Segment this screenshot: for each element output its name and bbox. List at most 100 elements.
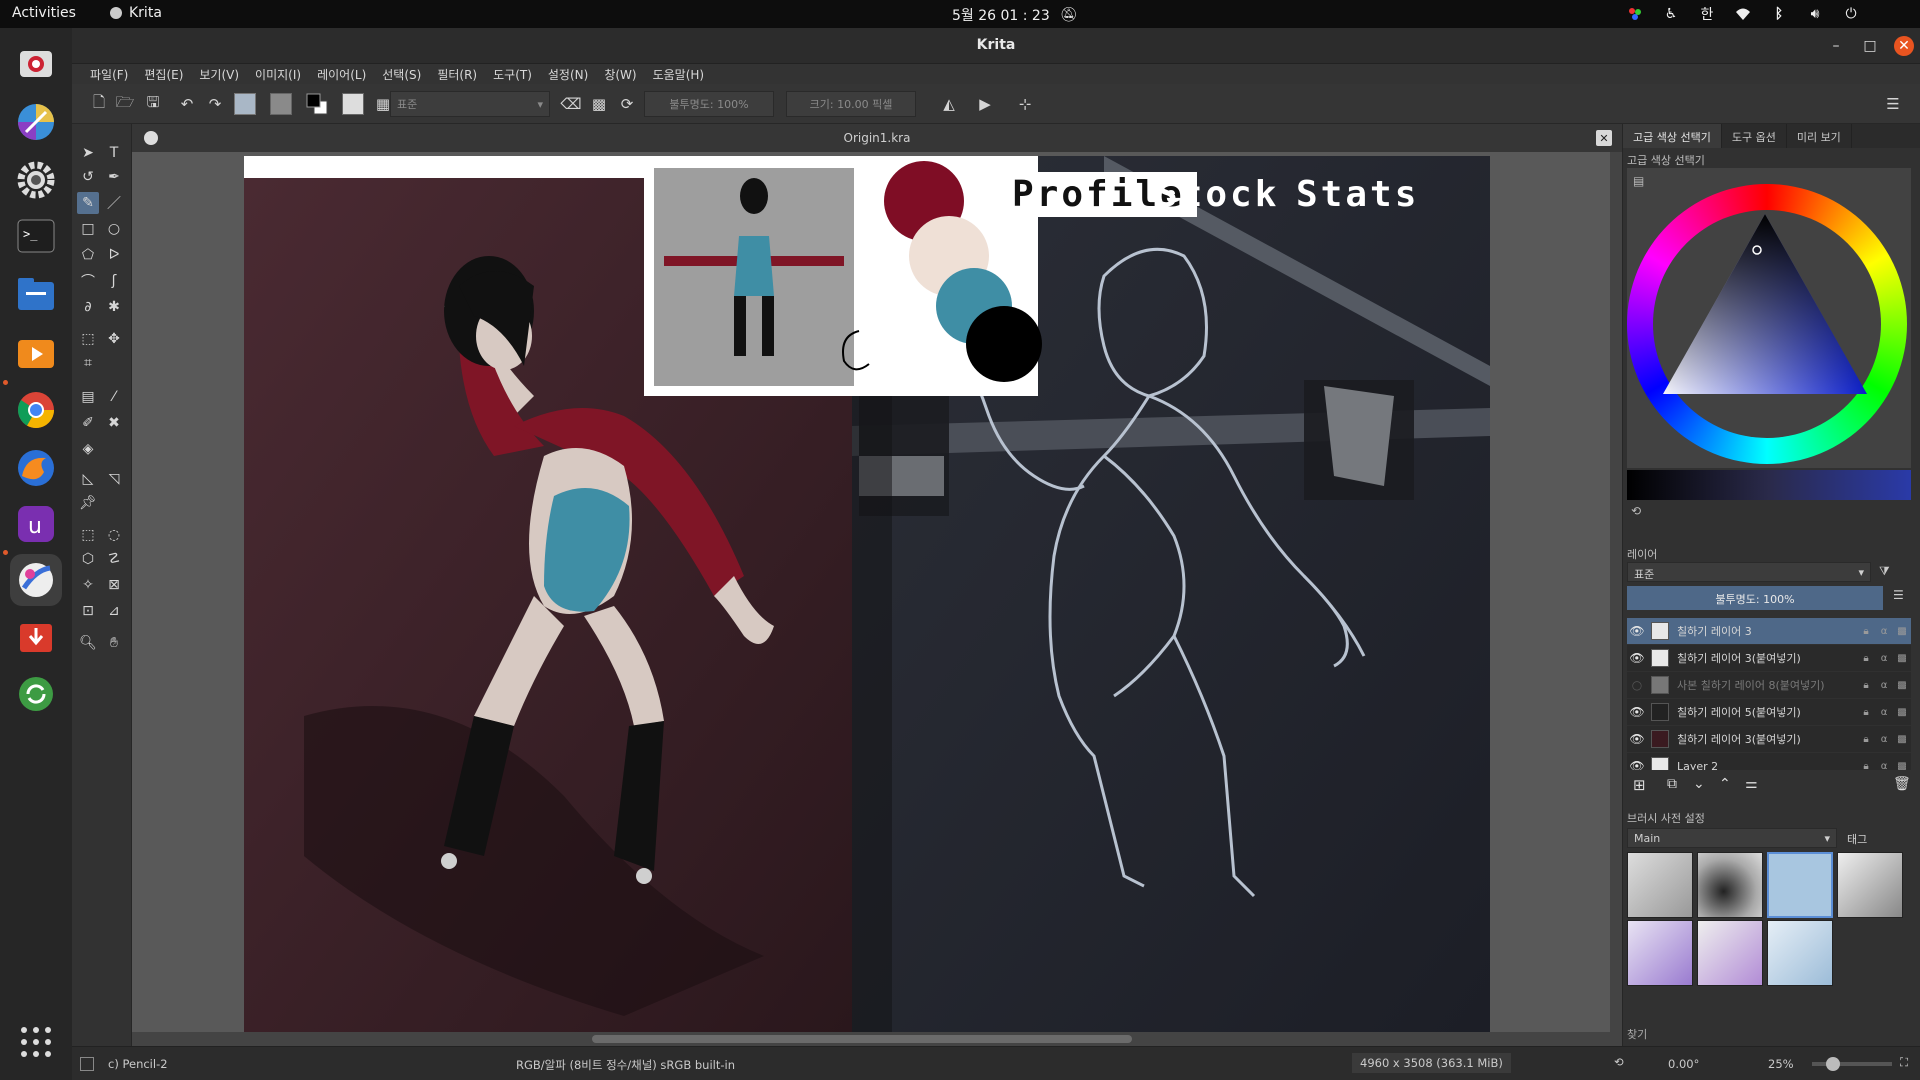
menu-view[interactable]: 보기(V) [191, 64, 247, 84]
brush-preset-button[interactable] [340, 92, 366, 116]
lock-icon[interactable]: 🔒︎ [1857, 680, 1875, 691]
lock-icon[interactable]: 🔒︎ [1857, 653, 1875, 664]
reload-preset-icon[interactable]: ⟳ [614, 92, 640, 116]
fill-tool-icon[interactable]: ◈ [77, 438, 99, 460]
calligraphy-tool-icon[interactable]: ✒ [103, 166, 125, 188]
activities-button[interactable]: Activities [12, 5, 76, 21]
color-sampler-tool-icon[interactable]: ⁄ [103, 386, 125, 408]
assistant-tool-icon[interactable]: ◺ [77, 468, 99, 490]
unity-hub-icon[interactable]: u [10, 498, 62, 550]
add-layer-icon[interactable]: ⊞ [1633, 776, 1646, 794]
zoom-slider-handle[interactable] [1826, 1057, 1840, 1071]
screenshot-app-icon[interactable] [10, 38, 62, 90]
menu-window[interactable]: 창(W) [596, 64, 644, 84]
krita-alt-icon[interactable] [10, 96, 62, 148]
lock-icon[interactable]: 🔒︎ [1857, 734, 1875, 745]
redo-icon[interactable]: ↷ [202, 92, 228, 116]
layer-row[interactable]: 👁︎ 칠하기 레이어 3(붙여넣기) 🔒︎ α ▩ [1627, 645, 1911, 672]
preset-search[interactable]: 찾기 [1627, 1026, 1647, 1042]
terminal-icon[interactable]: >_ [10, 210, 62, 262]
layer-row[interactable]: 👁︎ 칠하기 레이어 3(붙여넣기) 🔒︎ α ▩ [1627, 726, 1911, 753]
inherit-alpha-icon[interactable]: ▩ [1893, 761, 1911, 771]
rotate-icon[interactable]: ⟲ [1614, 1055, 1624, 1069]
visibility-eye-icon[interactable]: 👁︎ [1627, 759, 1647, 770]
edit-shapes-tool-icon[interactable]: ↺ [77, 166, 99, 188]
lock-icon[interactable]: 🔒︎ [1857, 761, 1875, 771]
zoom-tool-icon[interactable]: 🔍︎ [77, 632, 99, 654]
menu-help[interactable]: 도움말(H) [645, 64, 713, 84]
rectangular-selection-tool-icon[interactable]: ⬚ [77, 524, 99, 546]
text-tool-icon[interactable]: T [103, 142, 125, 164]
preset-group-select[interactable]: Main ▾ [1627, 828, 1837, 848]
tab-advanced-color-selector[interactable]: 고급 색상 선택기 [1623, 124, 1722, 148]
fill-gradient-button[interactable] [232, 92, 258, 116]
document-tab[interactable]: Origin1.kra ✕ [132, 124, 1622, 152]
save-document-icon[interactable]: 🖫 [140, 92, 166, 116]
alpha-lock-icon[interactable]: α [1875, 707, 1893, 718]
fullscreen-icon[interactable]: ⛶ [1900, 1055, 1908, 1070]
refresh-icon[interactable]: ⟲ [1631, 504, 1641, 518]
visibility-eye-icon[interactable]: 👁︎ [1627, 651, 1647, 665]
color-picker-tray-icon[interactable] [1626, 3, 1644, 25]
filter-icon[interactable]: ⧩ [1879, 564, 1890, 579]
bezier-tool-icon[interactable]: ⌒ [77, 270, 99, 292]
mirror-vertical-icon[interactable]: ▶ [972, 92, 998, 116]
measure-tool-icon[interactable]: ◹ [103, 468, 125, 490]
clock[interactable]: 5월 26 01 : 23 🔕︎ [952, 5, 1078, 25]
color-selector[interactable]: ▤ [1627, 168, 1911, 468]
polyline-tool-icon[interactable]: ᐅ [103, 244, 125, 266]
settings-icon[interactable] [10, 154, 62, 206]
layer-properties-icon[interactable]: ⚌ [1745, 776, 1758, 792]
multibrush-tool-icon[interactable]: ✱ [103, 296, 125, 318]
preset-watercolor-1[interactable] [1627, 920, 1693, 986]
lock-icon[interactable]: 🔒︎ [1857, 626, 1875, 637]
dynamic-brush-tool-icon[interactable]: ∂ [77, 296, 99, 318]
window-titlebar[interactable]: Krita – □ ✕ [72, 28, 1920, 64]
bluetooth-icon[interactable]: ᛒ [1770, 3, 1788, 25]
wrap-around-icon[interactable]: ⊹ [1012, 92, 1038, 116]
close-document-icon[interactable]: ✕ [1596, 130, 1612, 146]
transform-tool-icon[interactable]: ⬚ [77, 328, 99, 350]
inherit-alpha-icon[interactable]: ▩ [1893, 653, 1911, 664]
menu-image[interactable]: 이미지(I) [247, 64, 309, 84]
minimize-button[interactable]: – [1826, 36, 1846, 56]
krita-icon[interactable] [10, 554, 62, 606]
open-document-icon[interactable]: 🗁 [112, 92, 138, 116]
eraser-mode-icon[interactable]: ⌫ [558, 92, 584, 116]
elliptical-selection-tool-icon[interactable]: ◌ [103, 524, 125, 546]
update-icon[interactable] [10, 668, 62, 720]
rectangle-tool-icon[interactable]: □ [77, 218, 99, 240]
show-apps-icon[interactable] [10, 1016, 62, 1068]
mirror-horizontal-icon[interactable]: ◭ [936, 92, 962, 116]
layer-row[interactable]: ○ 사본 칠하기 레이어 8(붙여넣기) 🔒︎ α ▩ [1627, 672, 1911, 699]
tab-overview[interactable]: 미리 보기 [1787, 124, 1852, 148]
visibility-off-icon[interactable]: ○ [1627, 678, 1647, 692]
similar-color-selection-tool-icon[interactable]: ⊠ [103, 574, 125, 596]
visibility-eye-icon[interactable]: 👁︎ [1627, 732, 1647, 746]
alpha-lock-icon[interactable]: α [1875, 653, 1893, 664]
menu-layer[interactable]: 레이어(L) [309, 64, 374, 84]
opacity-slider[interactable]: 불투명도: 100% [644, 91, 774, 117]
blend-mode-select[interactable]: 표준 ▾ [390, 91, 550, 117]
preset-ink-brush[interactable] [1837, 852, 1903, 918]
vertical-scrollbar[interactable] [1610, 152, 1622, 1032]
menu-settings[interactable]: 설정(N) [540, 64, 596, 84]
preset-eraser[interactable] [1627, 852, 1693, 918]
layer-row[interactable]: 👁︎ 칠하기 레이어 3 🔒︎ α ▩ [1627, 618, 1911, 645]
colorize-mask-tool-icon[interactable]: ✐ [77, 412, 99, 434]
volume-icon[interactable]: 🔊︎ [1806, 3, 1824, 25]
inherit-alpha-icon[interactable]: ▩ [1893, 626, 1911, 637]
firefox-icon[interactable] [10, 442, 62, 494]
new-document-icon[interactable]: 🗋 [86, 92, 112, 116]
foreground-background-color-icon[interactable] [304, 92, 330, 116]
menu-filter[interactable]: 필터(R) [429, 64, 485, 84]
toolbar-menu-icon[interactable]: ☰ [1880, 92, 1906, 116]
document-canvas[interactable]: Profile Stock Stats [244, 156, 1490, 1036]
polygon-tool-icon[interactable]: ⬠ [77, 244, 99, 266]
saturation-value-triangle[interactable] [1627, 184, 1907, 464]
alpha-lock-icon[interactable]: α [1875, 626, 1893, 637]
menu-file[interactable]: 파일(F) [82, 64, 136, 84]
video-downloader-icon[interactable] [10, 612, 62, 664]
inherit-alpha-icon[interactable]: ▩ [1893, 707, 1911, 718]
media-player-icon[interactable] [10, 328, 62, 380]
